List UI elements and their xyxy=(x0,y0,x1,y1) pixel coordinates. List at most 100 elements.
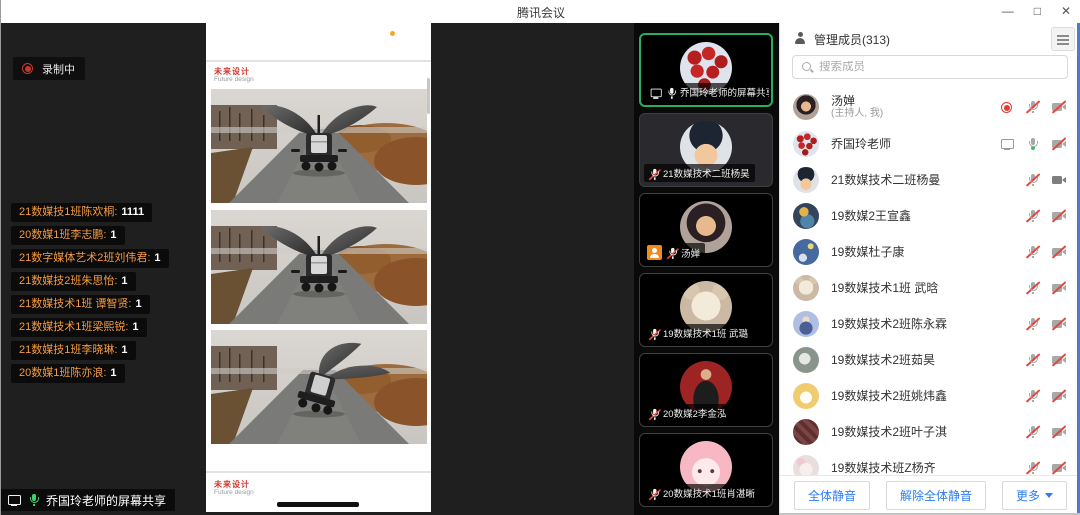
mic-muted-icon[interactable] xyxy=(1025,461,1041,476)
mic-muted-icon[interactable] xyxy=(1025,425,1041,440)
record-icon xyxy=(20,61,36,76)
member-row[interactable]: 乔国玲老师 xyxy=(780,126,1080,162)
mic-muted-icon[interactable] xyxy=(1025,245,1041,260)
close-button[interactable]: ✕ xyxy=(1061,0,1071,23)
camera-muted-icon[interactable] xyxy=(1051,100,1067,115)
member-row[interactable]: 19数媒技术1班 武晗 xyxy=(780,270,1080,306)
mic-muted-icon[interactable] xyxy=(1025,100,1041,115)
search-icon xyxy=(801,61,813,73)
heading-en: Future design xyxy=(214,76,254,84)
member-name: 19数媒技术2班陈永霖 xyxy=(831,317,1013,331)
footer-heading-en: Future design xyxy=(214,489,254,497)
camera-muted-icon[interactable] xyxy=(1051,461,1067,476)
page-divider xyxy=(206,471,431,473)
mic-muted-icon[interactable] xyxy=(1025,209,1041,224)
chat-text: 1 xyxy=(110,229,116,241)
camera-muted-icon[interactable] xyxy=(1051,137,1067,152)
mic-muted-icon xyxy=(666,247,677,258)
titlebar: 腾讯会议 — □ ✕ xyxy=(1,0,1080,23)
member-name: 汤婵 xyxy=(831,94,987,108)
video-thumbnail[interactable]: 19数媒技术1班 武璐 xyxy=(639,273,773,347)
chevron-down-icon xyxy=(1045,493,1053,498)
member-name: 19数媒技术1班 武晗 xyxy=(831,281,1013,295)
camera-muted-icon[interactable] xyxy=(1051,389,1067,404)
muted-slash xyxy=(1052,100,1067,113)
shared-document: 未来设计 Future design 未来设计 Future design xyxy=(206,23,431,512)
chat-sender: 21数字媒体艺术2班刘伟君 xyxy=(19,252,154,264)
member-row[interactable]: 19数媒技术2班姚炜鑫 xyxy=(780,378,1080,414)
screen-share-icon xyxy=(6,493,22,508)
footer-heading-cn: 未来设计 xyxy=(214,480,254,489)
chat-text: 1 xyxy=(110,367,116,379)
mic-muted-icon[interactable] xyxy=(1025,389,1041,404)
share-banner-label: 乔国玲老师的屏幕共享 xyxy=(46,492,166,509)
chat-sender: 20数媒1班李志鹏 xyxy=(19,229,110,241)
member-row[interactable]: 汤婵 (主持人, 我) xyxy=(780,88,1080,126)
chat-message: 21数媒技2班朱思怡1 xyxy=(11,272,136,291)
host-badge-icon xyxy=(647,245,662,260)
maximize-button[interactable]: □ xyxy=(1034,0,1041,23)
mic-level-dot xyxy=(1031,146,1035,150)
muted-slash xyxy=(1052,317,1067,330)
chat-message: 21数媒技1班李晓琳1 xyxy=(11,341,136,360)
avatar xyxy=(793,239,819,265)
mic-muted-icon[interactable] xyxy=(1025,353,1041,368)
thumbnail-label: 乔国玲老师的屏幕共享 xyxy=(680,85,769,99)
mute-all-button[interactable]: 全体静音 xyxy=(794,481,870,510)
robot-photo-1 xyxy=(211,89,427,203)
more-button[interactable]: 更多 xyxy=(1002,481,1067,510)
document-heading: 未来设计 Future design xyxy=(214,67,254,84)
share-banner: 乔国玲老师的屏幕共享 xyxy=(1,489,175,511)
member-name: 19数媒2王宣鑫 xyxy=(831,209,1013,223)
video-thumbnail[interactable]: 20数媒2李金泓 xyxy=(639,353,773,427)
mic-muted-icon[interactable] xyxy=(1025,317,1041,332)
document-footer-heading: 未来设计 Future design xyxy=(214,480,254,497)
mic-muted-icon[interactable] xyxy=(1025,281,1041,296)
muted-slash xyxy=(1052,425,1067,438)
member-row[interactable]: 19数媒杜子康 xyxy=(780,234,1080,270)
camera-muted-icon[interactable] xyxy=(1051,281,1067,296)
camera-muted-icon[interactable] xyxy=(1051,353,1067,368)
heading-cn: 未来设计 xyxy=(214,67,254,76)
member-name-block: 汤婵 (主持人, 我) xyxy=(831,94,987,120)
member-row[interactable]: 19数媒技术班Z杨齐 xyxy=(780,450,1080,475)
search-input[interactable] xyxy=(819,61,1059,73)
member-name: 19数媒技术2班姚炜鑫 xyxy=(831,389,1013,403)
thumbnail-label: 20数媒2李金泓 xyxy=(663,406,726,420)
video-thumbnail[interactable]: 汤婵 xyxy=(639,193,773,267)
member-row[interactable]: 19数媒技术2班陈永霖 xyxy=(780,306,1080,342)
member-name: 19数媒技术2班叶子淇 xyxy=(831,425,1013,439)
chat-message: 21数字媒体艺术2班刘伟君1 xyxy=(11,249,169,268)
camera-muted-icon[interactable] xyxy=(1051,425,1067,440)
member-name: 乔国玲老师 xyxy=(831,137,987,151)
member-row[interactable]: 19数媒2王宣鑫 xyxy=(780,198,1080,234)
document-scrollbar[interactable] xyxy=(427,78,430,114)
member-row[interactable]: 19数媒技术2班茹昊 xyxy=(780,342,1080,378)
chat-text: 1 xyxy=(135,298,141,310)
mic-muted-icon xyxy=(648,407,659,418)
unmute-all-button[interactable]: 解除全体静音 xyxy=(886,481,986,510)
panel-menu-button[interactable] xyxy=(1051,27,1075,51)
video-thumbnail[interactable]: 20数媒技术1班肖湛晰 xyxy=(639,433,773,507)
mic-muted-icon xyxy=(648,327,659,338)
chat-overlay: 21数媒技1班陈欢桐1111 20数媒1班李志鹏1 21数字媒体艺术2班刘伟君1… xyxy=(11,203,169,387)
mic-muted-icon xyxy=(648,487,659,498)
member-row[interactable]: 21数媒技术二班杨曼 xyxy=(780,162,1080,198)
camera-muted-icon[interactable] xyxy=(1051,209,1067,224)
video-thumbnail-presenter[interactable]: 乔国玲老师的屏幕共享 xyxy=(639,33,773,107)
mic-on-icon[interactable] xyxy=(1025,137,1041,152)
search-box[interactable] xyxy=(792,55,1068,79)
camera-muted-icon[interactable] xyxy=(1051,245,1067,260)
chat-text: 1 xyxy=(132,321,138,333)
camera-muted-icon[interactable] xyxy=(1051,317,1067,332)
muted-slash xyxy=(1052,281,1067,294)
video-thumbnail[interactable]: 21数媒技术二班杨昊 xyxy=(639,113,773,187)
minimize-button[interactable]: — xyxy=(1002,0,1014,23)
mic-muted-icon[interactable] xyxy=(1025,173,1041,188)
mic-muted-icon xyxy=(648,167,659,178)
muted-slash xyxy=(1052,209,1067,222)
member-row[interactable]: 19数媒技术2班叶子淇 xyxy=(780,414,1080,450)
recording-label: 录制中 xyxy=(42,61,75,77)
avatar xyxy=(793,347,819,373)
camera-off-icon[interactable] xyxy=(1051,173,1067,188)
